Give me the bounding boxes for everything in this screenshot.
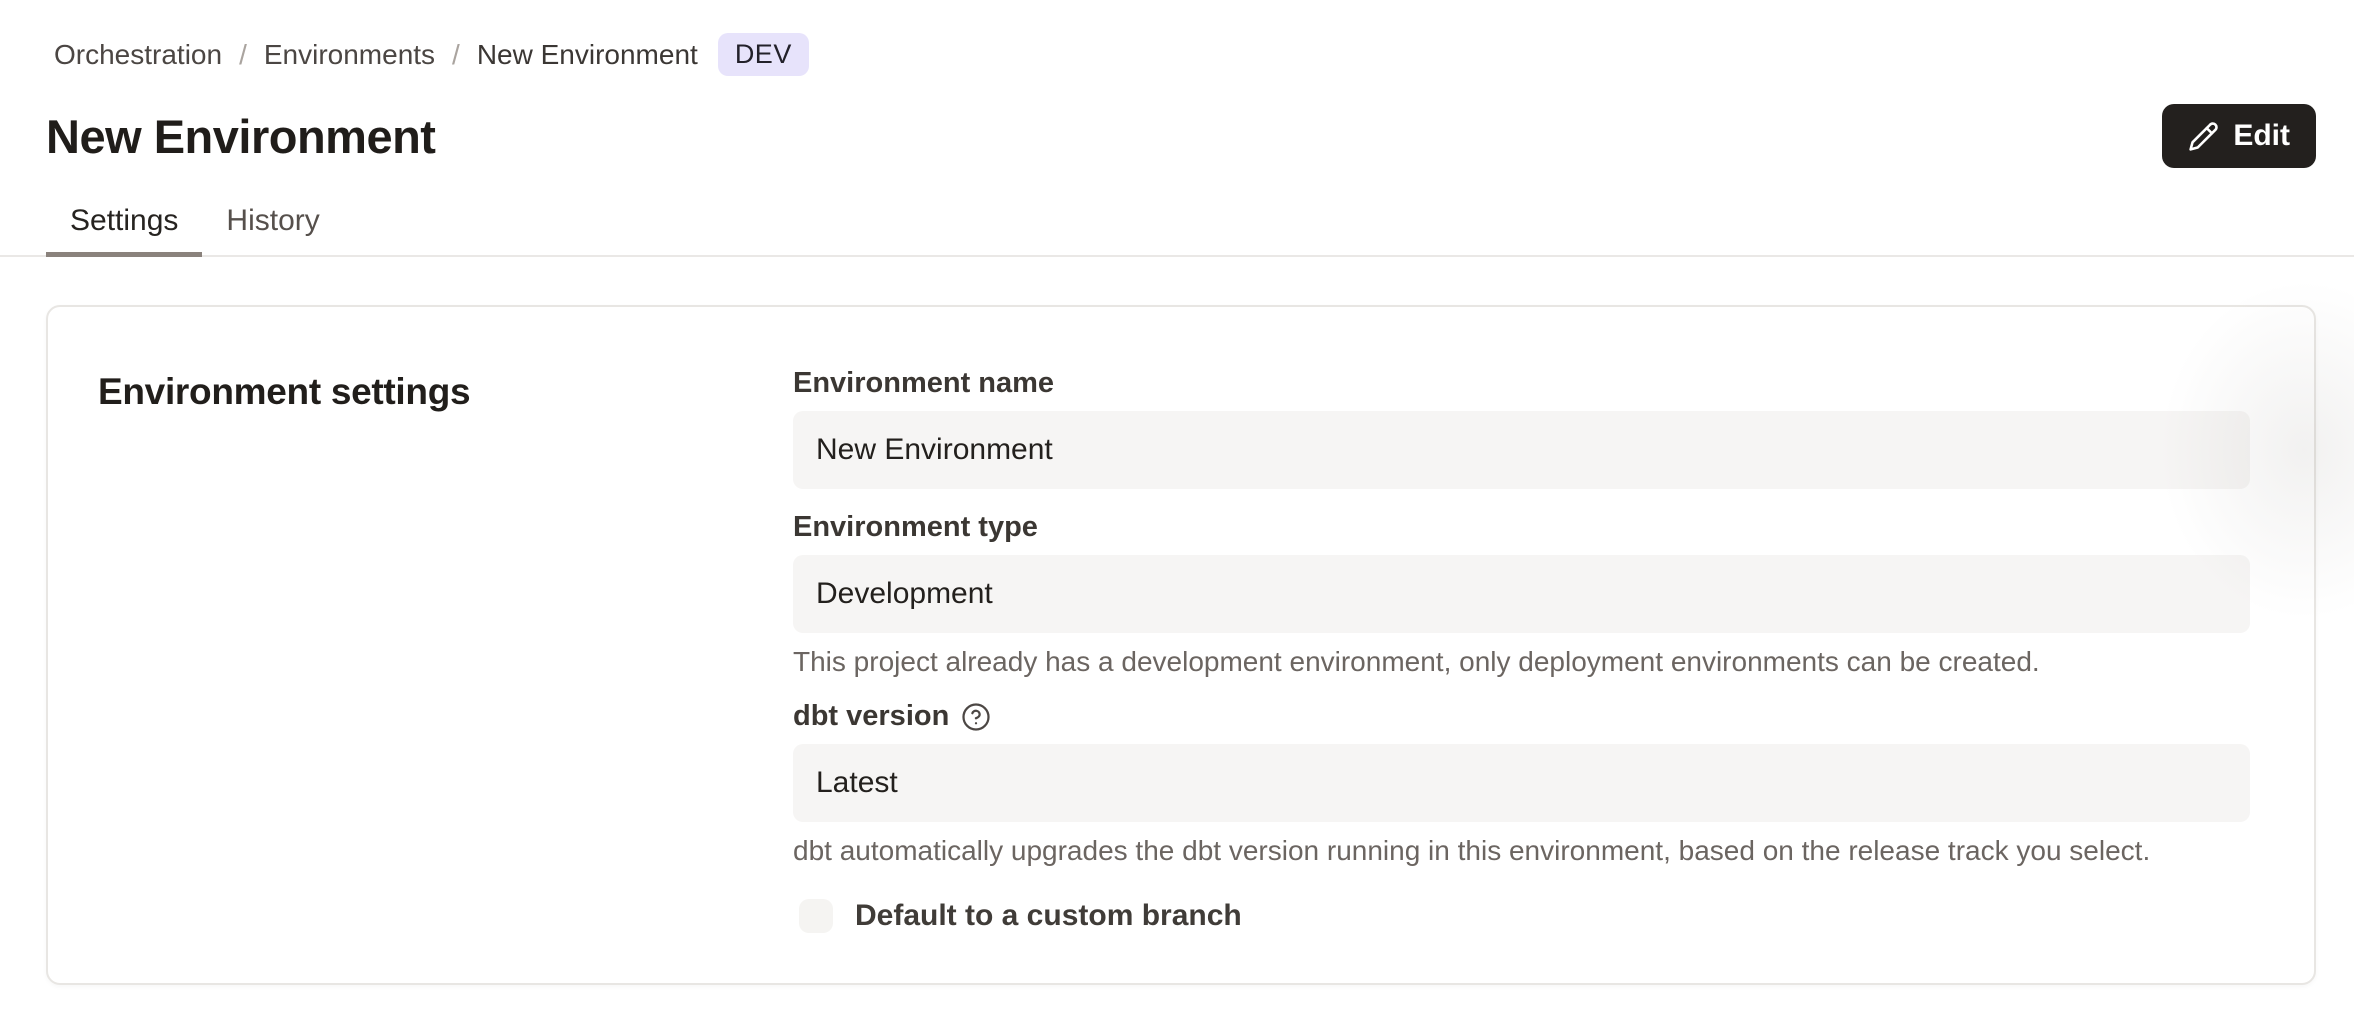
- environment-name-label-text: Environment name: [793, 367, 1054, 400]
- environment-type-label-text: Environment type: [793, 511, 1038, 544]
- main-content: Environment settings Environment name En…: [0, 257, 2354, 985]
- edit-button-label: Edit: [2233, 119, 2290, 153]
- environment-settings-card: Environment settings Environment name En…: [46, 305, 2316, 985]
- breadcrumb-separator: /: [452, 39, 460, 71]
- field-environment-name: Environment name: [793, 367, 2250, 489]
- page-title: New Environment: [46, 109, 435, 164]
- environment-type-helper-text: This project already has a development e…: [793, 646, 2250, 678]
- dbt-version-helper-text: dbt automatically upgrades the dbt versi…: [793, 835, 2250, 867]
- environment-name-label: Environment name: [793, 367, 2250, 400]
- custom-branch-row: Default to a custom branch: [793, 899, 2250, 933]
- environment-type-label: Environment type: [793, 511, 2250, 544]
- edit-button[interactable]: Edit: [2162, 104, 2316, 168]
- pencil-icon: [2188, 121, 2219, 152]
- field-dbt-version: dbt version dbt automatically upgrades t…: [793, 700, 2250, 867]
- breadcrumb-item-current: New Environment: [477, 39, 698, 71]
- breadcrumb-item-orchestration[interactable]: Orchestration: [54, 39, 222, 71]
- card-heading: Environment settings: [98, 371, 793, 413]
- breadcrumb: Orchestration / Environments / New Envir…: [0, 0, 2354, 76]
- card-heading-column: Environment settings: [48, 307, 793, 983]
- page-header: New Environment Edit: [46, 104, 2316, 168]
- tab-bar: Settings History: [0, 194, 2354, 257]
- field-environment-type: Environment type This project already ha…: [793, 511, 2250, 678]
- help-circle-icon[interactable]: [961, 702, 991, 732]
- breadcrumb-separator: /: [239, 39, 247, 71]
- environment-type-input[interactable]: [793, 555, 2250, 633]
- dbt-version-label-text: dbt version: [793, 700, 949, 733]
- dbt-version-input[interactable]: [793, 744, 2250, 822]
- tab-history[interactable]: History: [202, 194, 343, 257]
- default-custom-branch-checkbox[interactable]: [799, 899, 833, 933]
- breadcrumb-item-environments[interactable]: Environments: [264, 39, 435, 71]
- environment-dev-badge: DEV: [718, 33, 809, 76]
- environment-name-input[interactable]: [793, 411, 2250, 489]
- tab-settings[interactable]: Settings: [46, 194, 202, 257]
- default-custom-branch-label: Default to a custom branch: [855, 899, 1242, 933]
- card-form-column: Environment name Environment type This p…: [793, 307, 2314, 983]
- dbt-version-label: dbt version: [793, 700, 2250, 733]
